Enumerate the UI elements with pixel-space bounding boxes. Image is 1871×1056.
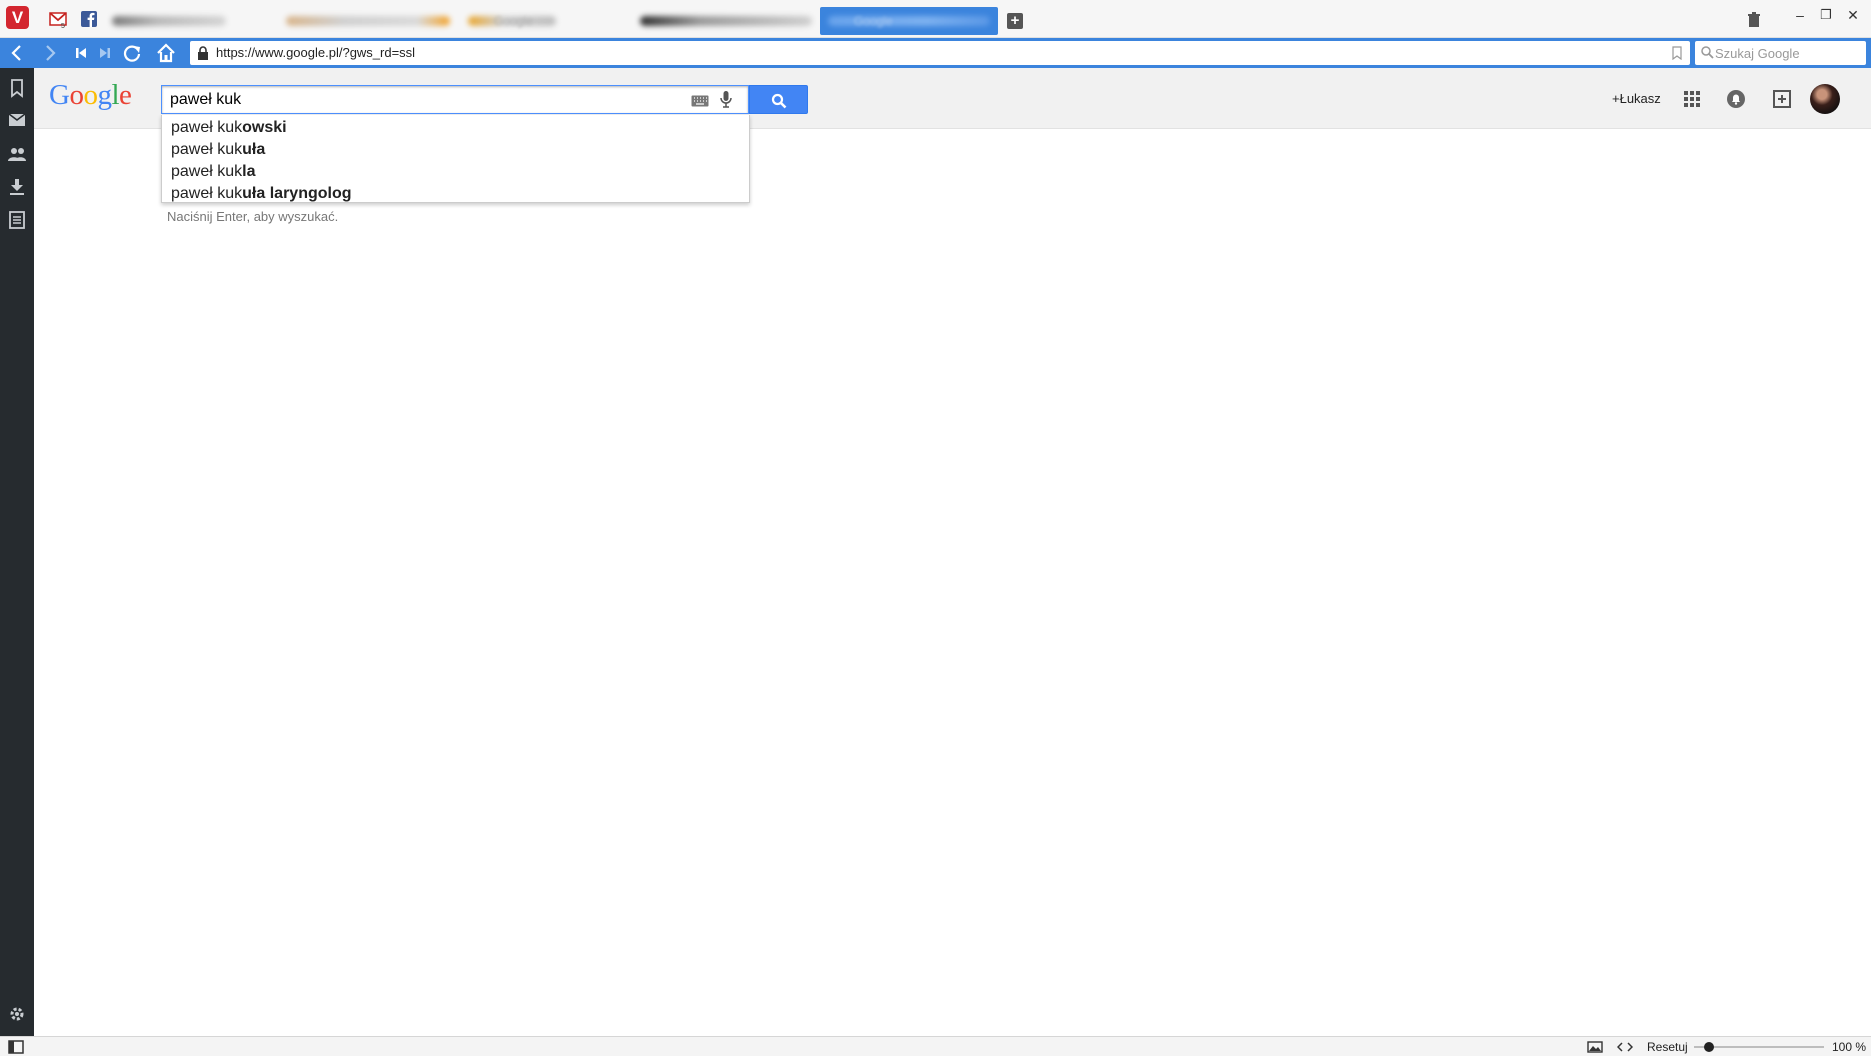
- keyboard-icon[interactable]: [691, 95, 709, 107]
- downloads-icon[interactable]: [7, 177, 27, 197]
- enter-hint-text: Naciśnij Enter, aby wyszukać.: [167, 209, 339, 224]
- notifications-bell-icon[interactable]: [1726, 89, 1746, 109]
- browser-tab-active[interactable]: Google: [820, 7, 998, 35]
- tab-label: Google: [854, 14, 893, 28]
- google-search-box[interactable]: [161, 85, 749, 114]
- forward-icon[interactable]: [38, 42, 62, 64]
- zoom-level: 100 %: [1832, 1040, 1867, 1054]
- suggestion-typed: paweł kuk: [171, 163, 243, 180]
- fast-forward-icon[interactable]: [93, 42, 117, 64]
- apps-grid-icon[interactable]: [1682, 89, 1702, 109]
- share-plus-icon[interactable]: [1772, 89, 1792, 109]
- home-icon[interactable]: [154, 42, 178, 64]
- toggle-panel-icon[interactable]: [8, 1040, 24, 1054]
- tab-bar: V 5 Google Google + – ❐ ✕: [0, 0, 1871, 38]
- suggestion-completion: uła laryngolog: [242, 185, 352, 202]
- navigation-bar: https://www.google.pl/?gws_rd=ssl: [0, 38, 1871, 68]
- suggestion-item[interactable]: paweł kukla: [171, 161, 256, 183]
- search-icon: [1701, 46, 1714, 59]
- browser-tab[interactable]: Google: [460, 7, 564, 35]
- side-panel: [0, 68, 34, 1036]
- settings-icon[interactable]: [7, 1004, 27, 1024]
- microphone-icon[interactable]: [719, 90, 733, 109]
- facebook-icon[interactable]: [80, 10, 98, 28]
- bookmark-icon[interactable]: [1672, 46, 1682, 60]
- lock-icon: [198, 46, 208, 60]
- restore-button[interactable]: ❐: [1815, 6, 1837, 24]
- mail-icon[interactable]: [7, 110, 27, 130]
- browser-tab[interactable]: [632, 7, 820, 35]
- suggestion-typed: paweł kuk: [171, 119, 243, 136]
- search-engine-input[interactable]: [1715, 44, 1860, 62]
- browser-tab[interactable]: [278, 7, 458, 35]
- gmail-icon[interactable]: 5: [49, 10, 67, 28]
- rewind-icon[interactable]: [69, 42, 93, 64]
- contacts-icon[interactable]: [7, 144, 27, 164]
- suggestion-item[interactable]: paweł kukuła: [171, 139, 265, 161]
- google-plus-profile-link[interactable]: +Łukasz: [1612, 91, 1661, 106]
- suggestion-typed: paweł kuk: [171, 141, 243, 158]
- back-icon[interactable]: [5, 42, 29, 64]
- suggestion-completion: owski: [242, 119, 287, 136]
- zoom-reset-button[interactable]: Resetuj: [1647, 1040, 1688, 1054]
- images-toggle-icon[interactable]: [1587, 1040, 1603, 1054]
- zoom-slider-handle[interactable]: [1704, 1042, 1714, 1052]
- new-tab-button[interactable]: +: [1007, 13, 1023, 29]
- close-window-button[interactable]: ✕: [1842, 6, 1864, 24]
- suggestion-completion: la: [242, 163, 256, 180]
- google-logo[interactable]: Google: [49, 79, 132, 112]
- notes-icon[interactable]: [7, 210, 27, 230]
- trash-icon[interactable]: [1747, 12, 1761, 28]
- bookmarks-icon[interactable]: [7, 78, 27, 98]
- search-engine-field[interactable]: [1695, 41, 1866, 65]
- tab-label: Google: [494, 14, 533, 28]
- page-actions-icon[interactable]: [1617, 1040, 1633, 1054]
- reload-icon[interactable]: [121, 42, 145, 64]
- autocomplete-dropdown: paweł kukowski paweł kukuła paweł kukla …: [161, 115, 750, 203]
- search-icon: [771, 93, 787, 109]
- suggestion-item[interactable]: paweł kukowski: [171, 117, 287, 139]
- suggestion-completion: uła: [242, 141, 266, 158]
- svg-text:5: 5: [61, 23, 65, 28]
- search-input[interactable]: [170, 91, 640, 109]
- avatar[interactable]: [1810, 84, 1840, 114]
- url-text[interactable]: https://www.google.pl/?gws_rd=ssl: [216, 45, 415, 60]
- browser-tab[interactable]: [104, 7, 234, 35]
- status-bar: Resetuj 100 %: [0, 1036, 1871, 1056]
- minimize-button[interactable]: –: [1789, 6, 1811, 24]
- vivaldi-menu-button[interactable]: V: [6, 6, 29, 29]
- suggestion-typed: paweł kuk: [171, 185, 243, 202]
- search-button[interactable]: [749, 85, 808, 114]
- suggestion-item[interactable]: paweł kukuła laryngolog: [171, 183, 352, 205]
- address-bar[interactable]: https://www.google.pl/?gws_rd=ssl: [190, 41, 1690, 65]
